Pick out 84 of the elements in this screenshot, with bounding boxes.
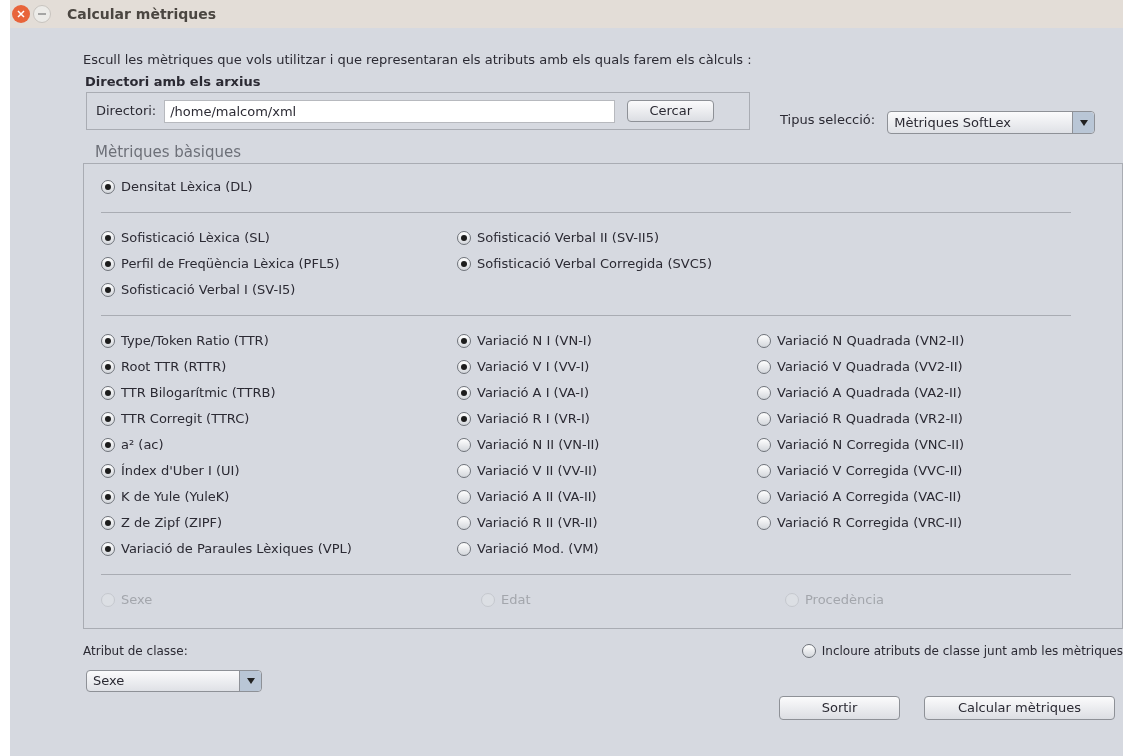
option-label: Variació A Corregida (VAC-II) [777, 488, 962, 507]
option-label: Variació V Quadrada (VV2-II) [777, 358, 963, 377]
radio-button[interactable] [101, 490, 115, 504]
radio-button[interactable] [101, 360, 115, 374]
option-label: Root TTR (RTTR) [121, 358, 227, 377]
radio-button[interactable] [457, 490, 471, 504]
option-label: Variació V Corregida (VVC-II) [777, 462, 963, 481]
option-label: Variació A Quadrada (VA2-II) [777, 384, 962, 403]
option-label: Sofisticació Verbal II (SV-II5) [477, 229, 659, 248]
radio-button[interactable] [457, 257, 471, 271]
option-label: a² (ac) [121, 436, 164, 455]
option-label: Variació Mod. (VM) [477, 540, 599, 559]
option-label: Variació N I (VN-I) [477, 332, 592, 351]
option-label: Densitat Lèxica (DL) [121, 178, 253, 197]
radio-button[interactable] [457, 464, 471, 478]
minimize-icon [38, 13, 46, 15]
radio-button[interactable] [101, 438, 115, 452]
dropdown-arrow-icon [246, 678, 255, 684]
instructions-text: Escull les mètriques que vols utilitzar i que representaran els atributs amb els quals farem els càlculs : [83, 51, 753, 68]
option-label: Variació V I (VV-I) [477, 358, 590, 377]
radio-button[interactable] [757, 334, 771, 348]
radio-button[interactable] [457, 231, 471, 245]
radio-button[interactable] [101, 464, 115, 478]
option-label: Sofisticació Lèxica (SL) [121, 229, 270, 248]
option-label: Variació R Quadrada (VR2-II) [777, 410, 963, 429]
class-attribute-dropdown[interactable]: Sexe [86, 670, 262, 692]
option-label: Variació A I (VA-I) [477, 384, 589, 403]
group-title: Directori amb els arxius [85, 74, 262, 90]
radio-button[interactable] [457, 386, 471, 400]
option-label: Variació N II (VN-II) [477, 436, 600, 455]
directory-label: Directori: [96, 102, 157, 121]
option-label: Variació R Corregida (VRC-II) [777, 514, 963, 533]
option-label: Variació R II (VR-II) [477, 514, 598, 533]
close-icon [17, 10, 25, 18]
radio-button[interactable] [757, 438, 771, 452]
option-label: Variació de Paraules Lèxiques (VPL) [121, 540, 352, 559]
option-label: TTR Corregit (TTRC) [121, 410, 250, 429]
radio-button[interactable] [757, 412, 771, 426]
radio-button[interactable] [757, 490, 771, 504]
radio-button[interactable] [457, 438, 471, 452]
radio-button[interactable] [757, 464, 771, 478]
radio-button[interactable] [801, 644, 816, 658]
radio-button[interactable] [101, 542, 115, 556]
option-label: K de Yule (YuleK) [121, 488, 230, 507]
option-label: Variació N Quadrada (VN2-II) [777, 332, 965, 351]
option-label: Perfil de Freqüència Lèxica (PFL5) [121, 255, 340, 274]
radio-button[interactable] [757, 360, 771, 374]
radio-button[interactable] [457, 360, 471, 374]
option-label: Variació N Corregida (VNC-II) [777, 436, 965, 455]
radio-button[interactable] [457, 542, 471, 556]
close-button[interactable] [12, 5, 30, 23]
group-title: Mètriques bàsiques [95, 143, 242, 161]
selection-type-dropdown[interactable]: Mètriques SoftLex [887, 111, 1096, 134]
radio-button[interactable] [101, 257, 115, 271]
selection-type-label: Tipus selecció: [780, 110, 876, 129]
radio-button[interactable] [101, 516, 115, 530]
radio-button[interactable] [457, 334, 471, 348]
class-attribute-label: Atribut de classe: [83, 643, 188, 660]
radio-button[interactable] [757, 386, 771, 400]
option-label: Sofisticació Verbal I (SV-I5) [121, 281, 296, 300]
calculate-button[interactable]: Calcular mètriques [924, 696, 1115, 720]
option-label: Variació R I (VR-I) [477, 410, 590, 429]
radio-button[interactable] [757, 516, 771, 530]
dropdown-arrow-icon [1079, 119, 1088, 126]
browse-button[interactable]: Cercar [627, 100, 715, 122]
option-label: Incloure atributs de classe junt amb les mètriques [821, 643, 1123, 660]
radio-button[interactable] [457, 412, 471, 426]
directory-field[interactable]: /home/malcom/xml [164, 99, 616, 123]
radio-button[interactable] [101, 334, 115, 348]
option-label: TTR Bilogarítmic (TTRB) [121, 384, 276, 403]
radio-button[interactable] [101, 412, 115, 426]
radio-button[interactable] [101, 180, 115, 194]
option-label: Índex d'Uber I (UI) [121, 462, 240, 481]
option-label: Sofisticació Verbal Corregida (SVC5) [477, 255, 713, 274]
exit-button[interactable]: Sortir [779, 696, 900, 720]
option-label: Variació A II (VA-II) [477, 488, 597, 507]
radio-button[interactable] [101, 386, 115, 400]
option-label: Type/Token Ratio (TTR) [121, 332, 269, 351]
window-title: Calcular mètriques [67, 4, 217, 24]
option-label: Variació V II (VV-II) [477, 462, 597, 481]
option-label: Z de Zipf (ZIPF) [121, 514, 223, 533]
radio-button[interactable] [101, 283, 115, 297]
radio-button[interactable] [101, 231, 115, 245]
radio-button[interactable] [457, 516, 471, 530]
